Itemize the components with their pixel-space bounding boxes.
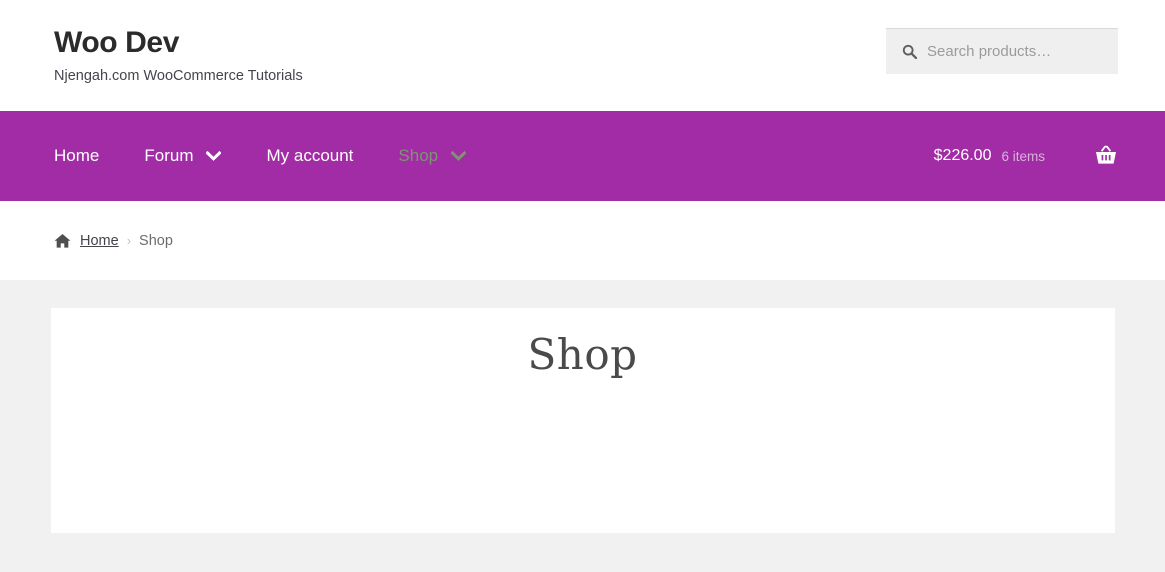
site-tagline: Njengah.com WooCommerce Tutorials: [54, 68, 303, 84]
breadcrumb: Home › Shop: [54, 233, 173, 249]
breadcrumb-bar: Home › Shop: [0, 201, 1165, 280]
cart-total-amount: $226.00: [933, 147, 992, 164]
chevron-down-icon[interactable]: [451, 151, 467, 161]
nav-item-label: Forum: [144, 146, 194, 165]
nav-item-label: Shop: [398, 146, 439, 165]
breadcrumb-current-shop: Shop: [139, 232, 173, 249]
nav-item-my-account[interactable]: My account: [266, 146, 353, 166]
nav-item-label: Home: [54, 146, 100, 165]
search-input[interactable]: [927, 43, 1092, 60]
site-header: Woo Dev Njengah.com WooCommerce Tutorial…: [0, 0, 1165, 111]
cart-item-count: 6 items: [1001, 148, 1045, 164]
main-content: Shop: [0, 280, 1165, 572]
nav-item-home[interactable]: Home: [54, 146, 99, 166]
site-branding[interactable]: Woo Dev Njengah.com WooCommerce Tutorial…: [54, 28, 303, 84]
search-icon: [902, 44, 917, 59]
breadcrumb-separator: ›: [126, 233, 132, 248]
nav-item-shop[interactable]: Shop: [398, 146, 467, 166]
primary-navigation: Home Forum My account Shop $226.00 6 ite…: [0, 111, 1165, 201]
page-title: Shop: [527, 330, 638, 379]
home-icon[interactable]: [54, 233, 71, 249]
nav-menu: Home Forum My account Shop: [54, 111, 511, 201]
site-title[interactable]: Woo Dev: [54, 28, 303, 58]
nav-item-label: My account: [266, 146, 354, 165]
chevron-down-icon[interactable]: [206, 151, 222, 161]
nav-item-forum[interactable]: Forum: [144, 146, 222, 166]
shopping-basket-icon[interactable]: [1094, 145, 1118, 167]
shop-content-card: Shop: [50, 308, 1115, 533]
breadcrumb-link-home[interactable]: Home: [80, 233, 119, 249]
cart-summary[interactable]: $226.00 6 items: [934, 111, 1118, 201]
product-search-form[interactable]: [886, 28, 1118, 74]
